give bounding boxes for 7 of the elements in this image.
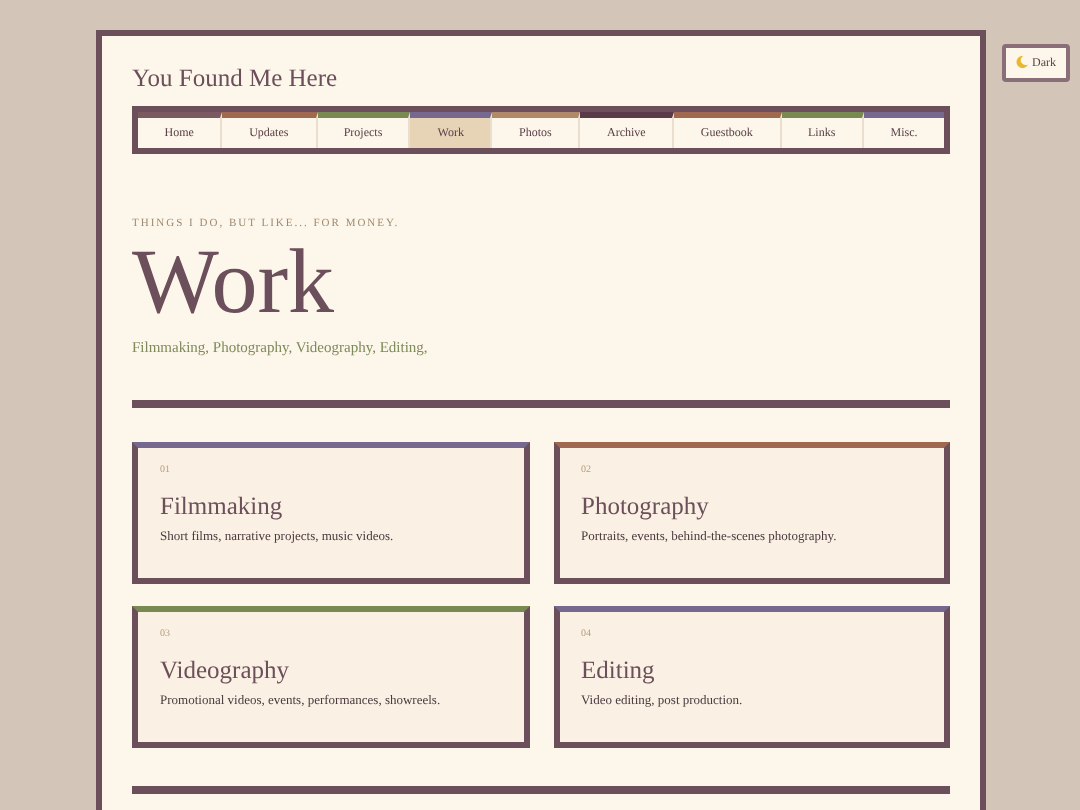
- site-title: You Found Me Here: [132, 64, 340, 94]
- card-title: Editing: [581, 655, 657, 686]
- card-title: Filmmaking: [160, 491, 285, 522]
- moon-icon: [1016, 56, 1028, 68]
- card-title: Photography: [581, 491, 711, 522]
- card-title: Videography: [160, 655, 292, 686]
- page-heading: Work: [132, 235, 337, 327]
